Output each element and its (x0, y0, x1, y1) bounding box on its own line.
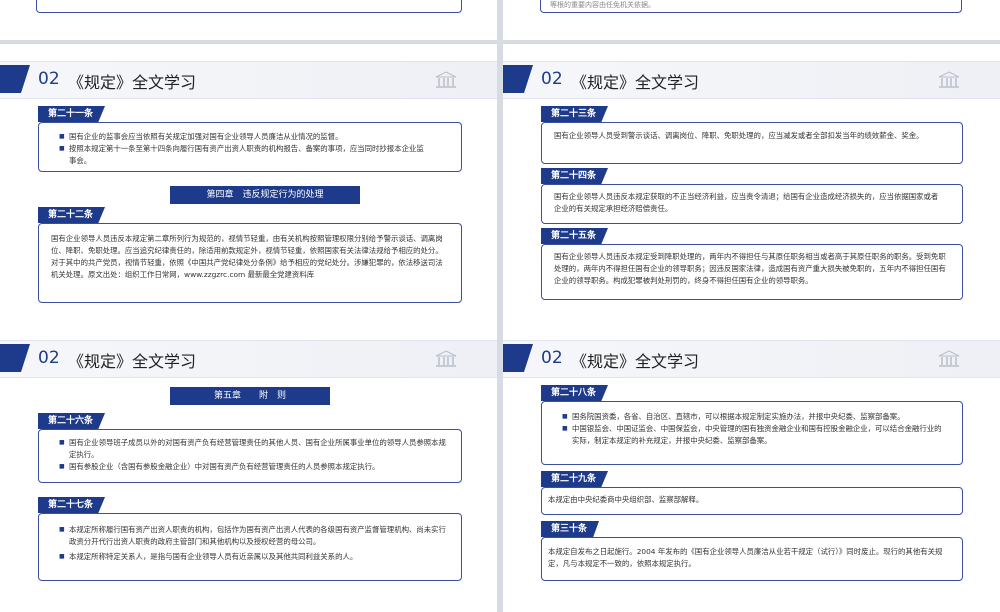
article-24-label: 第二十四条 (541, 168, 609, 184)
section-title: 《规定》全文学习 (571, 73, 700, 92)
slide-2: 02 《规定》全文学习 第二十三条 国有企业领导人员受到警示谈话、调离岗位、降职… (503, 44, 1000, 333)
article-24-text: 国有企业领导人员违反本规定获取的不正当经济利益，应当责令清退；给国有企业造成经济… (554, 192, 939, 213)
article-30-box: 本规定自发布之日起施行。2004 年发布的《国有企业领导人员廉洁从业若干规定（试… (541, 537, 963, 581)
section-title: 《规定》全文学习 (571, 352, 700, 371)
section-number: 02 (541, 348, 563, 368)
list-item: 本规定所称特定关系人，是指与国有企业领导人员有近亲属以及其他共同利益关系的人。 (59, 551, 461, 563)
slide-header: 02 《规定》全文学习 (503, 61, 1000, 99)
slide-3: 02 《规定》全文学习 第五章 附 则 第二十六条 国有企业领导班子成员以外的对… (0, 323, 497, 612)
building-icon (938, 350, 960, 367)
slide-header: 02 《规定》全文学习 (0, 340, 497, 378)
article-29-box: 本规定由中央纪委商中央组织部、监察部解释。 (541, 487, 963, 515)
article-23-text: 国有企业领导人员受到警示谈话、调离岗位、降职、免职处理的，应当减发或者全部扣发当… (554, 131, 924, 140)
list-item: 国有参股企业（含国有参股金融企业）中对国有资产负有经营管理责任的人员参照本规定执… (59, 461, 461, 473)
building-icon (938, 71, 960, 88)
list-item: 中国银监会、中国证监会、中国保监会，中央管理的国有独资金融企业和国有控股金融企业… (562, 423, 962, 447)
article-29-text: 本规定由中央纪委商中央组织部、监察部解释。 (548, 495, 704, 504)
section-title: 《规定》全文学习 (68, 352, 197, 371)
article-21-label: 第二十一条 (38, 106, 106, 122)
section-number: 02 (541, 69, 563, 89)
article-21-box: 国有企业的监事会应当依照有关规定加强对国有企业领导人员廉洁从业情况的监督。 按照… (38, 122, 462, 172)
top-right-text: 等根的重要内容由任免机关依据。 (550, 1, 655, 9)
article-30-label: 第三十条 (541, 521, 600, 537)
slide-1: 02 《规定》全文学习 第二十一条 国有企业的监事会应当依照有关规定加强对国有企… (0, 44, 497, 333)
article-22-label: 第二十二条 (38, 207, 106, 223)
article-25-text: 国有企业领导人员违反本规定受到降职处理的，两年内不得担任与其原任职务相当或者高于… (554, 252, 946, 285)
list-item: 国有企业领导班子成员以外的对国有资产负有经营管理责任的其他人员、国有企业所属事业… (59, 437, 461, 461)
slide-header: 02 《规定》全文学习 (503, 340, 1000, 378)
slide-4: 02 《规定》全文学习 第二十八条 国务院国资委，各省、自治区、直辖市，可以根据… (503, 323, 1000, 612)
article-22-box: 国有企业领导人员违反本规定第二章所列行为规范的，视情节轻重，由有关机构按照管理权… (38, 223, 462, 303)
article-23-box: 国有企业领导人员受到警示谈话、调离岗位、降职、免职处理的，应当减发或者全部扣发当… (541, 122, 963, 164)
article-30-text: 本规定自发布之日起施行。2004 年发布的《国有企业领导人员廉洁从业若干规定（试… (548, 547, 943, 568)
article-27-box: 本规定所称履行国有资产出资人职责的机构，包括作为国有资产出资人代表的各级国有资产… (38, 513, 462, 581)
article-23-label: 第二十三条 (541, 106, 609, 122)
list-item: 国有企业的监事会应当依照有关规定加强对国有企业领导人员廉洁从业情况的监督。 (59, 131, 461, 143)
article-26-box: 国有企业领导班子成员以外的对国有资产负有经营管理责任的其他人员、国有企业所属事业… (38, 429, 462, 483)
article-25-box: 国有企业领导人员违反本规定受到降职处理的，两年内不得担任与其原任职务相当或者高于… (541, 244, 963, 300)
article-22-text: 国有企业领导人员违反本规定第二章所列行为规范的，视情节轻重，由有关机构按照管理权… (51, 234, 443, 279)
article-28-label: 第二十八条 (541, 385, 609, 401)
chapter-4-heading: 第四章 违反规定行为的处理 (170, 186, 360, 204)
article-29-label: 第二十九条 (541, 471, 609, 487)
list-item: 按照本规定第十一条至第十四条向履行国有资产出资人职责的机构报告、备案的事项，应当… (59, 143, 461, 167)
article-28-box: 国务院国资委，各省、自治区、直辖市，可以根据本规定制定实施办法，并报中央纪委、监… (541, 401, 963, 465)
list-item: 国务院国资委，各省、自治区、直辖市，可以根据本规定制定实施办法，并报中央纪委、监… (562, 411, 962, 423)
chapter-5-heading: 第五章 附 则 (170, 387, 330, 405)
article-25-label: 第二十五条 (541, 228, 609, 244)
building-icon (435, 71, 457, 88)
article-24-box: 国有企业领导人员违反本规定获取的不正当经济利益，应当责令清退；给国有企业造成经济… (541, 184, 963, 224)
list-item: 本规定所称履行国有资产出资人职责的机构，包括作为国有资产出资人代表的各级国有资产… (59, 524, 461, 548)
section-number: 02 (38, 69, 60, 89)
building-icon (435, 350, 457, 367)
section-title: 《规定》全文学习 (68, 73, 197, 92)
slide-header: 02 《规定》全文学习 (0, 61, 497, 99)
section-number: 02 (38, 348, 60, 368)
article-26-label: 第二十六条 (38, 413, 106, 429)
top-card-left (36, 0, 462, 13)
article-27-label: 第二十七条 (38, 497, 106, 513)
